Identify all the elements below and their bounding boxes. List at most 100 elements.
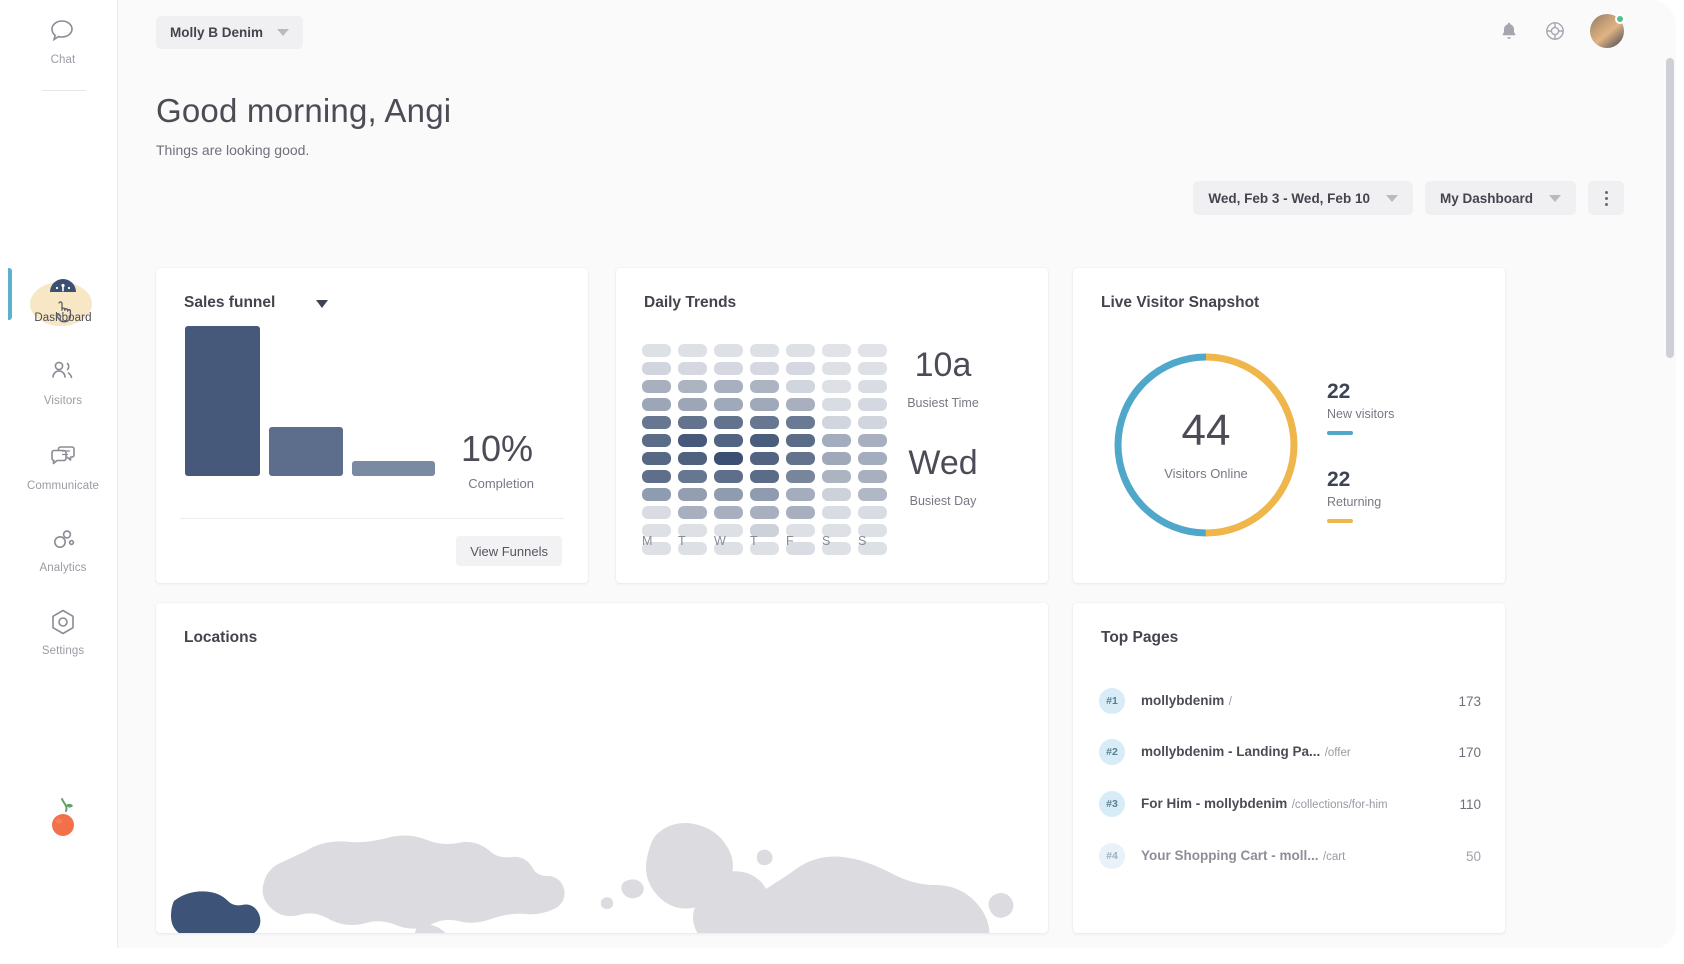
sidebar-item-analytics[interactable]: Analytics xyxy=(8,522,118,574)
legend-value: 22 xyxy=(1327,380,1477,404)
heatmap-cell xyxy=(786,470,815,483)
list-item[interactable]: #1 mollybdenim / 173 xyxy=(1099,677,1481,725)
page-title: Good morning, Angi xyxy=(156,92,451,130)
page-view-count: 110 xyxy=(1459,797,1481,812)
site-picker-label: Molly B Denim xyxy=(170,25,263,40)
bell-icon[interactable] xyxy=(1498,20,1520,42)
view-funnels-button[interactable]: View Funnels xyxy=(456,536,562,566)
heatmap-cell xyxy=(678,416,707,429)
heatmap-cell xyxy=(642,380,671,393)
primary-sidebar: Chat Dashboard xyxy=(8,0,118,950)
page-view-count: 170 xyxy=(1458,745,1481,760)
heatmap-cell xyxy=(642,488,671,501)
sidebar-item-label: Analytics xyxy=(40,562,87,574)
heatmap-cell xyxy=(786,488,815,501)
list-item[interactable]: #4 Your Shopping Cart - moll... /cart 50 xyxy=(1099,832,1481,880)
scrollbar-track[interactable] xyxy=(1664,0,1676,950)
legend-item-returning: 22 Returning xyxy=(1327,468,1477,523)
scrollbar-thumb[interactable] xyxy=(1666,58,1674,358)
map-region-highlight xyxy=(171,891,260,933)
heatmap-cell xyxy=(642,362,671,375)
heatmap-cell xyxy=(642,416,671,429)
heatmap-cell xyxy=(786,398,815,411)
heatmap-cell xyxy=(786,416,815,429)
heatmap-cell xyxy=(750,380,779,393)
heatmap-day-label: F xyxy=(786,534,822,548)
heatmap-cell xyxy=(714,452,743,465)
busiest-time-label: Busiest Time xyxy=(868,396,1018,410)
page-title: mollybdenim xyxy=(1141,693,1224,708)
heatmap-cell xyxy=(678,452,707,465)
view-funnels-label: View Funnels xyxy=(470,544,548,559)
sidebar-item-chat[interactable]: Chat xyxy=(8,14,118,66)
funnel-completion-value: 10% xyxy=(461,428,533,470)
daily-trends-card: Daily Trends MTWTFSS 10a Busiest Time We… xyxy=(616,268,1048,583)
visitors-donut-chart: 44 Visitors Online xyxy=(1101,340,1311,550)
heatmap-cell xyxy=(750,470,779,483)
heatmap-cell xyxy=(678,398,707,411)
heatmap-cell xyxy=(642,434,671,447)
rank-badge: #1 xyxy=(1099,688,1125,714)
date-range-picker[interactable]: Wed, Feb 3 - Wed, Feb 10 xyxy=(1193,181,1413,215)
dashboard-selector[interactable]: My Dashboard xyxy=(1425,181,1576,215)
avatar[interactable] xyxy=(1590,14,1624,48)
heatmap-cell xyxy=(714,416,743,429)
heatmap-day-label: S xyxy=(822,534,858,548)
heatmap-cell xyxy=(822,506,851,519)
list-item[interactable]: #3 For Him - mollybdenim /collections/fo… xyxy=(1099,780,1481,828)
list-item[interactable]: #2 mollybdenim - Landing Pa... /offer 17… xyxy=(1099,728,1481,776)
visitors-online-value: 44 xyxy=(1101,406,1311,456)
sidebar-item-label: Visitors xyxy=(44,395,82,407)
sidebar-item-communicate[interactable]: Communicate xyxy=(8,440,118,492)
heatmap-cell xyxy=(714,362,743,375)
heatmap-cell xyxy=(822,344,851,357)
heatmap-cell xyxy=(750,416,779,429)
rank-badge: #4 xyxy=(1099,843,1125,869)
busiest-day-label: Busiest Day xyxy=(868,494,1018,508)
locations-card: Locations xyxy=(156,603,1048,933)
brand-leaf-logo xyxy=(44,795,82,843)
chevron-down-icon xyxy=(1386,195,1398,202)
card-divider xyxy=(180,518,564,519)
heatmap-cell xyxy=(786,344,815,357)
page-path: /cart xyxy=(1323,851,1345,863)
heatmap-cell xyxy=(714,434,743,447)
page-info: Your Shopping Cart - moll... /cart xyxy=(1141,847,1456,865)
heatmap-cell xyxy=(678,488,707,501)
heatmap-cell xyxy=(786,362,815,375)
kebab-menu-icon[interactable] xyxy=(1588,181,1624,215)
date-range-label: Wed, Feb 3 - Wed, Feb 10 xyxy=(1208,191,1370,206)
heatmap-cell xyxy=(822,416,851,429)
caret-down-icon[interactable] xyxy=(316,300,328,308)
heatmap-cell xyxy=(714,506,743,519)
lifebuoy-icon[interactable] xyxy=(1544,20,1566,42)
page-title: For Him - mollybdenim xyxy=(1141,796,1287,811)
analytics-bubbles-icon xyxy=(46,522,80,556)
world-map[interactable] xyxy=(156,673,1048,933)
heatmap-cell xyxy=(678,434,707,447)
dashboard-filter-row: Wed, Feb 3 - Wed, Feb 10 My Dashboard xyxy=(1193,181,1624,215)
heatmap-cell xyxy=(642,398,671,411)
heatmap-cell xyxy=(822,488,851,501)
sidebar-item-visitors[interactable]: Visitors xyxy=(8,355,118,407)
site-picker-dropdown[interactable]: Molly B Denim xyxy=(156,16,303,49)
heatmap-day-label: M xyxy=(642,534,678,548)
heatmap-cell xyxy=(678,470,707,483)
heatmap-cell xyxy=(822,470,851,483)
sidebar-item-settings[interactable]: Settings xyxy=(8,605,118,657)
page-path: /offer xyxy=(1325,747,1351,759)
heatmap-cell xyxy=(858,416,887,429)
sidebar-item-label: Communicate xyxy=(27,480,99,492)
live-visitor-snapshot-card: Live Visitor Snapshot 44 Visitors Online… xyxy=(1073,268,1505,583)
heatmap-cell xyxy=(714,470,743,483)
page-path: / xyxy=(1229,696,1232,708)
heatmap-cell xyxy=(678,506,707,519)
chevron-down-icon xyxy=(1549,195,1561,202)
visitors-people-icon xyxy=(46,355,80,389)
heatmap-cell xyxy=(714,344,743,357)
sales-funnel-card: Sales funnel 10% Completion View Funnels xyxy=(156,268,588,583)
sidebar-item-label: Chat xyxy=(51,54,76,66)
card-title: Daily Trends xyxy=(644,294,736,312)
heatmap-cell xyxy=(714,488,743,501)
page-info: mollybdenim / xyxy=(1141,692,1448,710)
